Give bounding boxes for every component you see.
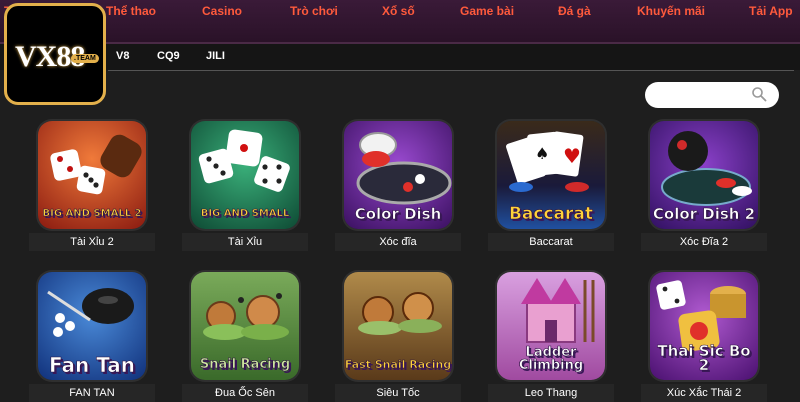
game-art-title: Baccarat bbox=[508, 204, 594, 224]
provider-v8[interactable]: V8 bbox=[116, 50, 129, 62]
game-tile-dua-oc-sen[interactable]: Snail Racing Đua Ốc Sên bbox=[182, 272, 308, 402]
game-art-title: Ladder Climbing bbox=[518, 345, 584, 373]
nav-item-casino[interactable]: Casino bbox=[202, 4, 242, 18]
game-art-title: BIG AND SMALL bbox=[200, 208, 290, 220]
game-tile-tai-xiu[interactable]: BIG AND SMALL Tài Xỉu bbox=[182, 121, 308, 251]
nav-item-game-bai[interactable]: Game bài bbox=[460, 4, 514, 18]
provider-bar: V8 CQ9 JILI bbox=[0, 44, 800, 70]
top-nav: T Thể thao Casino Trò chơi Xổ số Game bà… bbox=[0, 0, 800, 44]
search-box[interactable] bbox=[645, 82, 779, 108]
divider bbox=[108, 70, 794, 71]
game-caption: FAN TAN bbox=[29, 384, 155, 402]
site-logo[interactable]: VX88 .TEAM bbox=[4, 3, 106, 105]
search-input[interactable] bbox=[655, 82, 759, 108]
game-art-title: Color Dish 2 bbox=[652, 205, 756, 223]
logo-badge: .TEAM bbox=[71, 54, 99, 63]
provider-cq9[interactable]: CQ9 bbox=[157, 50, 180, 62]
game-caption: Đua Ốc Sên bbox=[182, 384, 308, 402]
svg-text:♠: ♠ bbox=[535, 144, 549, 163]
game-art: BIG AND SMALL 2 bbox=[38, 121, 146, 229]
game-tile-xoc-dia[interactable]: Color Dish Xóc đĩa bbox=[335, 121, 461, 251]
game-tile-xuc-xac-thai-2[interactable]: Thai Sic Bo 2 Xúc Xắc Thái 2 bbox=[641, 272, 767, 402]
nav-item-xo-so[interactable]: Xổ số bbox=[382, 4, 415, 18]
game-art: ♥ ♠ Baccarat bbox=[497, 121, 605, 229]
nav-item-tai-app[interactable]: Tải App bbox=[749, 4, 793, 18]
provider-jili[interactable]: JILI bbox=[206, 50, 225, 62]
game-caption: Xóc đĩa bbox=[335, 233, 461, 251]
game-art: Snail Racing bbox=[191, 272, 299, 380]
game-tile-tai-xiu-2[interactable]: BIG AND SMALL 2 Tài Xỉu 2 bbox=[29, 121, 155, 251]
game-art-title: Fast Snail Racing bbox=[344, 358, 452, 372]
game-caption: Tài Xỉu bbox=[182, 233, 308, 251]
game-art-title: BIG AND SMALL 2 bbox=[42, 208, 142, 220]
search-icon[interactable] bbox=[751, 86, 767, 102]
game-tile-xoc-dia-2[interactable]: Color Dish 2 Xóc Đĩa 2 bbox=[641, 121, 767, 251]
nav-item-the-thao[interactable]: Thể thao bbox=[106, 4, 156, 18]
game-art-title: Color Dish bbox=[354, 205, 442, 223]
nav-item-tro-choi[interactable]: Trò chơi bbox=[290, 4, 338, 18]
game-tile-sieu-toc[interactable]: Fast Snail Racing Siêu Tốc bbox=[335, 272, 461, 402]
game-tile-leo-thang[interactable]: Ladder Climbing Leo Thang bbox=[488, 272, 614, 402]
nav-item-khuyen-mai[interactable]: Khuyến mãi bbox=[637, 4, 705, 18]
game-art: Thai Sic Bo 2 bbox=[650, 272, 758, 380]
game-tile-baccarat[interactable]: ♥ ♠ Baccarat Baccarat bbox=[488, 121, 614, 251]
game-art: Ladder Climbing bbox=[497, 272, 605, 380]
game-art-title: Thai Sic Bo 2 bbox=[657, 342, 751, 374]
game-art: Fan Tan bbox=[38, 272, 146, 380]
game-art: Fast Snail Racing bbox=[344, 272, 452, 380]
game-art-title: Fan Tan bbox=[49, 353, 136, 377]
game-caption: Leo Thang bbox=[488, 384, 614, 402]
game-tile-fan-tan[interactable]: Fan Tan FAN TAN bbox=[29, 272, 155, 402]
game-art: Color Dish 2 bbox=[650, 121, 758, 229]
game-art: Color Dish bbox=[344, 121, 452, 229]
game-caption: Xóc Đĩa 2 bbox=[641, 233, 767, 251]
game-art-title: Snail Racing bbox=[199, 357, 291, 372]
nav-item-da-ga[interactable]: Đá gà bbox=[558, 4, 591, 18]
game-caption: Xúc Xắc Thái 2 bbox=[641, 384, 767, 402]
svg-text:♥: ♥ bbox=[563, 144, 581, 168]
game-art: BIG AND SMALL bbox=[191, 121, 299, 229]
game-caption: Tài Xỉu 2 bbox=[29, 233, 155, 251]
game-caption: Baccarat bbox=[488, 233, 614, 251]
game-caption: Siêu Tốc bbox=[335, 384, 461, 402]
